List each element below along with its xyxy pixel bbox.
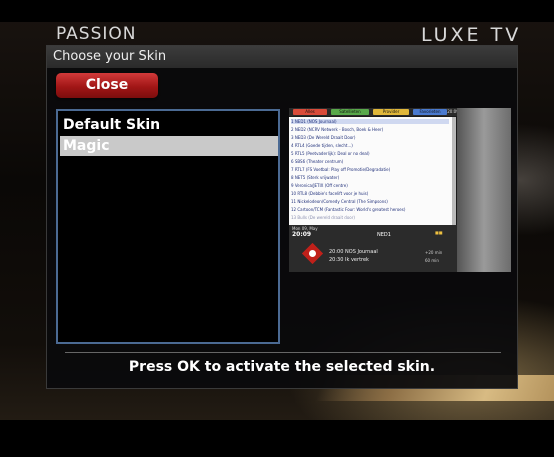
- close-button[interactable]: Close: [56, 73, 158, 98]
- preview-channel-row: 3 NED3 (De Wereld Draait Door): [291, 135, 356, 140]
- hint-text: Press OK to activate the selected skin.: [128, 359, 436, 375]
- preview-channel-row: 1 NED1 (NOS Journaal): [291, 119, 449, 124]
- preview-program-next: 20:30 Ik vertrek: [329, 257, 369, 263]
- skin-dialog: Choose your Skin Close Default Skin Magi…: [46, 45, 518, 389]
- preview-channel-row: 2 NED2 (NCRV Netwerk - Bosch, Boek & Hee…: [291, 127, 384, 132]
- skin-preview: Alles Satellieten Provider Favorieten 20…: [289, 108, 511, 272]
- preview-channel-row: 5 RTL5 (Peetvaderlijk): Deal or no deal): [291, 151, 370, 156]
- divider: [65, 352, 501, 353]
- preview-channel-row: 4 RTL4 (Goede tijden, slecht...): [291, 143, 353, 148]
- preview-channel-row: 11 Nickelodeon/Comedy Central (The Simps…: [291, 199, 388, 204]
- preview-time: 20:09: [292, 231, 312, 238]
- skin-list[interactable]: Default Skin Magic: [56, 109, 280, 344]
- program-title: NOS Journaal: [345, 249, 378, 255]
- preview-channel-row: 6 SBS6 (Theater centrum): [291, 159, 344, 164]
- preview-scrollbar: [452, 117, 456, 225]
- preview-channel-list: 1 NED1 (NOS Journaal) 2 NED2 (NCRV Netwe…: [289, 117, 452, 225]
- preview-tab-provider: Provider: [373, 109, 409, 115]
- preview-channel-row: 7 RTL7 (FS Voetbal: Play off Promotie/De…: [291, 167, 391, 172]
- preview-channel-row: 8 NET5 (Sterk vrijwater): [291, 175, 340, 180]
- program-time: 20:00: [329, 249, 344, 255]
- preview-tab-alles: Alles: [293, 109, 327, 115]
- preview-channel-row: 9 Veronica/JETIX (Off centre): [291, 183, 348, 188]
- skin-item-default[interactable]: Default Skin: [60, 115, 278, 135]
- preview-tab-bar: Alles Satellieten Provider Favorieten 20…: [289, 108, 459, 116]
- preview-channel-row: 10 RTL8 (Debbie's facelift voor je huis): [291, 191, 369, 196]
- preview-tab-satellieten: Satellieten: [331, 109, 369, 115]
- dialog-title: Choose your Skin: [47, 46, 517, 68]
- skin-item-magic[interactable]: Magic: [60, 136, 278, 156]
- channel-name-left: PASSION: [56, 24, 137, 44]
- channel-logo-dot-icon: [309, 250, 316, 257]
- preview-tab-favorieten: Favorieten: [413, 109, 447, 115]
- program-duration: +20 min: [425, 250, 443, 255]
- preview-status-icons: ■■: [435, 230, 443, 235]
- program-duration: 60 min: [425, 258, 439, 263]
- preview-channel-row: 13 Bulls (De wereld draait door): [291, 215, 355, 220]
- bottom-bar: [0, 420, 554, 457]
- program-title: Ik vertrek: [345, 257, 369, 263]
- program-time: 20:30: [329, 257, 344, 263]
- preview-channel-name: NED1: [377, 232, 391, 238]
- preview-program-now: 20:00 NOS Journaal: [329, 249, 378, 255]
- channel-logo-right: LUXE TV: [421, 24, 522, 46]
- preview-info-bar: Mon 09, May 20:09 NED1 ■■ 20:00 NOS Jour…: [289, 225, 457, 272]
- top-bar: [0, 0, 554, 22]
- preview-channel-row: 12 Cartoon/TCM (Fantastic Four: World's …: [291, 207, 406, 212]
- preview-tv-picture: [457, 108, 511, 272]
